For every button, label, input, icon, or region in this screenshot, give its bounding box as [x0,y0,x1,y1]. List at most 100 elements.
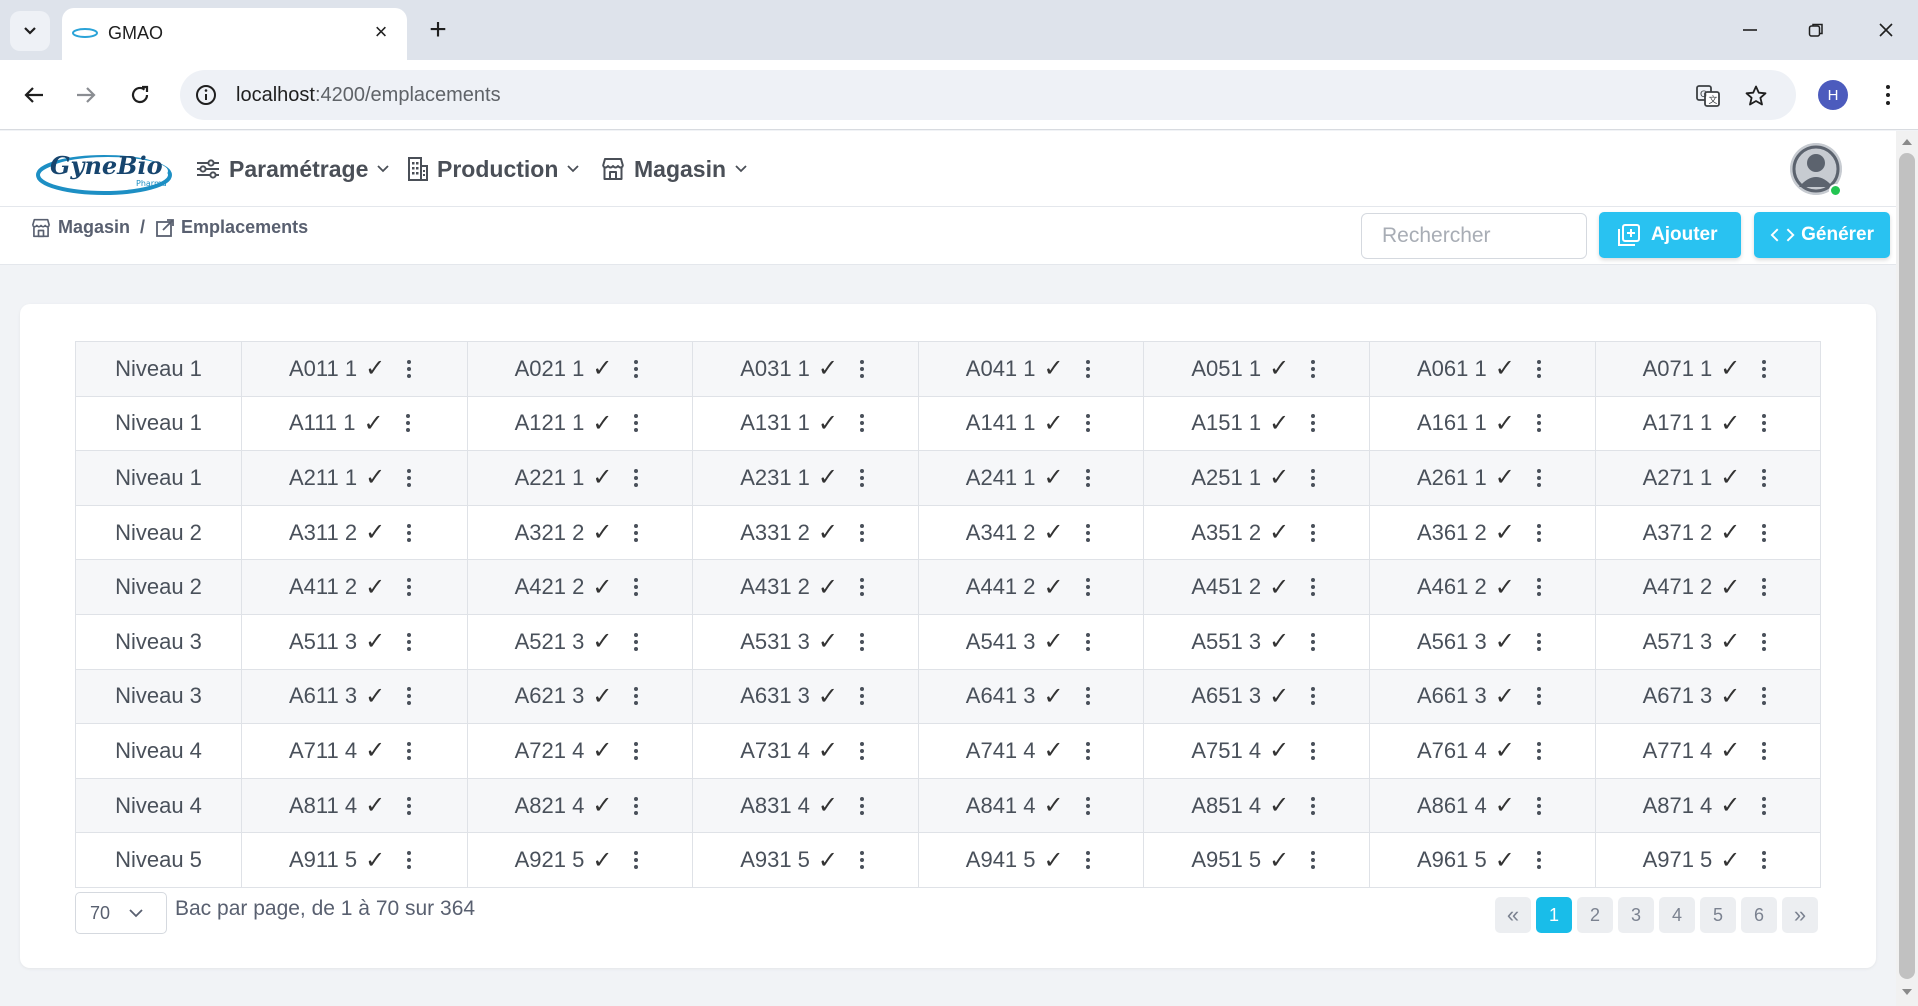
row-actions-icon[interactable] [856,849,868,871]
close-tab-icon[interactable]: × [369,19,393,44]
row-actions-icon[interactable] [630,412,642,434]
gynebio-logo[interactable]: GyneBio Pharma [36,141,176,197]
row-actions-icon[interactable] [1758,467,1770,489]
row-actions-icon[interactable] [1082,631,1094,653]
row-actions-icon[interactable] [1307,849,1319,871]
row-actions-icon[interactable] [630,740,642,762]
translate-icon[interactable]: G文 [1694,82,1722,110]
row-actions-icon[interactable] [1082,467,1094,489]
row-actions-icon[interactable] [630,467,642,489]
row-actions-icon[interactable] [1758,576,1770,598]
row-actions-icon[interactable] [1307,631,1319,653]
menu-magasin[interactable]: Magasin [600,153,748,185]
browser-menu-icon[interactable] [1876,80,1900,110]
row-actions-icon[interactable] [1758,849,1770,871]
row-actions-icon[interactable] [1307,576,1319,598]
row-actions-icon[interactable] [403,740,415,762]
profile-avatar[interactable]: H [1818,80,1848,110]
row-actions-icon[interactable] [1082,685,1094,707]
row-actions-icon[interactable] [403,849,415,871]
row-actions-icon[interactable] [1082,740,1094,762]
row-actions-icon[interactable] [1082,795,1094,817]
row-actions-icon[interactable] [1758,631,1770,653]
row-actions-icon[interactable] [630,795,642,817]
row-actions-icon[interactable] [403,795,415,817]
row-actions-icon[interactable] [630,522,642,544]
row-actions-icon[interactable] [403,467,415,489]
row-actions-icon[interactable] [403,631,415,653]
row-actions-icon[interactable] [1533,467,1545,489]
row-actions-icon[interactable] [1758,522,1770,544]
row-actions-icon[interactable] [630,576,642,598]
page-scrollbar[interactable] [1896,131,1918,1006]
row-actions-icon[interactable] [856,685,868,707]
menu-production[interactable]: Production [407,153,580,185]
url-field[interactable]: localhost:4200/emplacements G文 [180,70,1796,120]
row-actions-icon[interactable] [1307,412,1319,434]
row-actions-icon[interactable] [1082,576,1094,598]
row-actions-icon[interactable] [1533,358,1545,380]
new-tab-button[interactable]: + [422,13,454,46]
page-button[interactable]: 2 [1577,897,1613,933]
row-actions-icon[interactable] [403,358,415,380]
row-actions-icon[interactable] [1533,740,1545,762]
row-actions-icon[interactable] [630,631,642,653]
row-actions-icon[interactable] [1533,522,1545,544]
site-info-icon[interactable] [194,83,218,107]
scroll-thumb[interactable] [1899,153,1915,979]
row-actions-icon[interactable] [1758,685,1770,707]
page-button[interactable]: 5 [1700,897,1736,933]
row-actions-icon[interactable] [630,685,642,707]
row-actions-icon[interactable] [1082,412,1094,434]
row-actions-icon[interactable] [1533,849,1545,871]
restore-button[interactable] [1796,12,1836,48]
search-input[interactable] [1361,213,1587,259]
row-actions-icon[interactable] [1533,576,1545,598]
row-actions-icon[interactable] [1307,358,1319,380]
row-actions-icon[interactable] [856,740,868,762]
tab-search-button[interactable] [10,11,50,51]
forward-button[interactable] [68,77,104,113]
page-button[interactable]: 4 [1659,897,1695,933]
page-button[interactable]: 6 [1741,897,1777,933]
row-actions-icon[interactable] [856,576,868,598]
row-actions-icon[interactable] [1307,685,1319,707]
scroll-up-arrow-icon[interactable] [1902,139,1912,145]
add-button[interactable]: Ajouter [1599,212,1741,258]
row-actions-icon[interactable] [1533,412,1545,434]
minimize-button[interactable] [1730,12,1770,48]
row-actions-icon[interactable] [856,358,868,380]
browser-tab[interactable]: GMAO × [62,8,407,60]
page-button[interactable]: 1 [1536,897,1572,933]
row-actions-icon[interactable] [856,631,868,653]
close-window-button[interactable] [1866,12,1906,48]
row-actions-icon[interactable] [1307,522,1319,544]
row-actions-icon[interactable] [630,849,642,871]
bookmark-star-icon[interactable] [1742,82,1770,110]
generate-button[interactable]: Générer [1754,212,1890,258]
row-actions-icon[interactable] [1307,467,1319,489]
row-actions-icon[interactable] [1082,849,1094,871]
row-actions-icon[interactable] [856,412,868,434]
scroll-down-arrow-icon[interactable] [1902,989,1912,995]
row-actions-icon[interactable] [856,522,868,544]
row-actions-icon[interactable] [856,795,868,817]
first-page-button[interactable]: « [1495,897,1531,933]
row-actions-icon[interactable] [403,522,415,544]
row-actions-icon[interactable] [1533,685,1545,707]
back-button[interactable] [16,77,52,113]
row-actions-icon[interactable] [1758,358,1770,380]
row-actions-icon[interactable] [630,358,642,380]
last-page-button[interactable]: » [1782,897,1818,933]
breadcrumb-root[interactable]: Magasin [58,217,130,238]
row-actions-icon[interactable] [856,467,868,489]
row-actions-icon[interactable] [1758,795,1770,817]
row-actions-icon[interactable] [1307,795,1319,817]
per-page-select[interactable]: 70 [75,892,167,934]
page-button[interactable]: 3 [1618,897,1654,933]
row-actions-icon[interactable] [1307,740,1319,762]
menu-parametrage[interactable]: Paramétrage [195,153,390,185]
row-actions-icon[interactable] [402,412,414,434]
row-actions-icon[interactable] [1758,412,1770,434]
row-actions-icon[interactable] [1082,358,1094,380]
